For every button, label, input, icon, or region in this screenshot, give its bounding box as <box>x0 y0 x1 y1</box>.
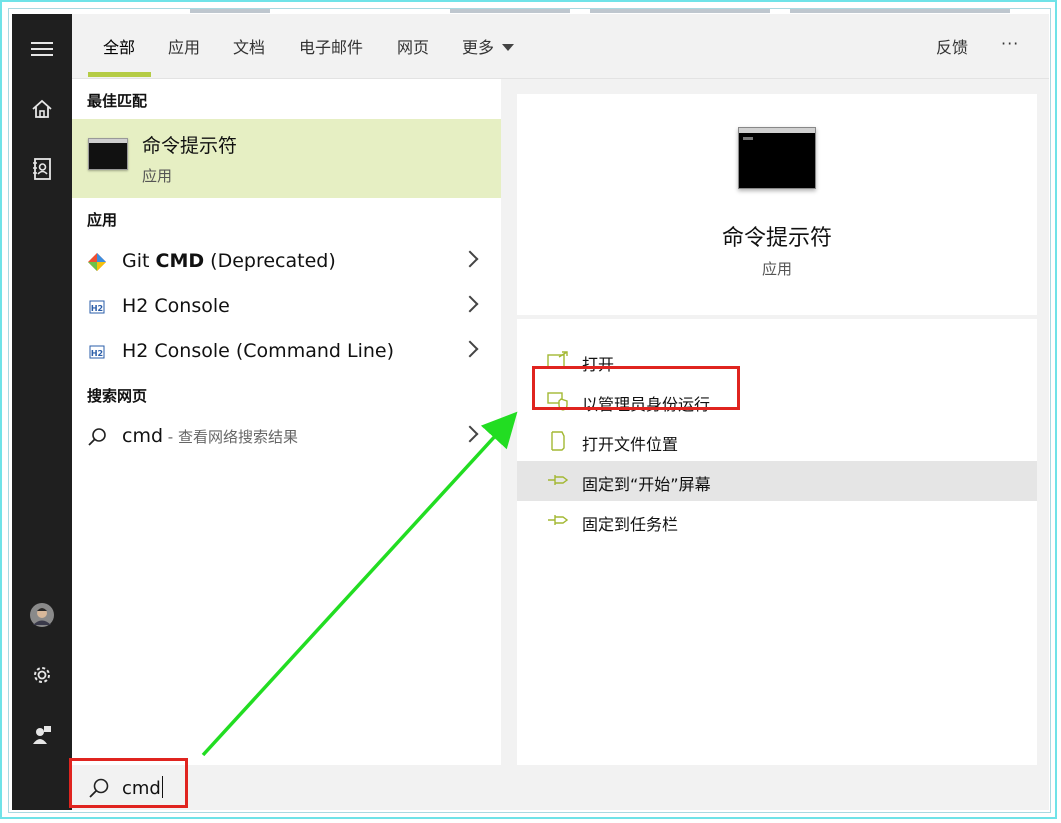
feedback-person-icon <box>33 726 51 744</box>
home-button[interactable] <box>12 86 72 132</box>
chevron-right-icon[interactable] <box>461 340 479 358</box>
detail-subtitle: 应用 <box>761 260 792 278</box>
detail-pane: 命令提示符 应用 打开 以管理员身份运行 打开文件位置 固定到“开始”屏幕 固定… <box>517 94 1037 765</box>
tab-more[interactable]: 更多 <box>462 34 515 58</box>
chevron-right-icon[interactable] <box>461 250 479 268</box>
svg-text:H2: H2 <box>91 349 103 358</box>
action-label: 固定到任务栏 <box>582 515 679 534</box>
folder-location-icon <box>551 431 565 451</box>
menu-icon <box>31 42 53 56</box>
highlight-search-input <box>69 758 188 808</box>
tab-more-label: 更多 <box>462 38 495 57</box>
action-label: 打开文件位置 <box>582 435 679 454</box>
web-search-heading: 搜索网页 <box>87 387 148 405</box>
app-preview: 命令提示符 应用 <box>517 94 1037 315</box>
tab-all[interactable]: 全部 <box>103 34 135 58</box>
start-rail <box>12 14 72 810</box>
pin-icon <box>548 475 569 485</box>
list-item-label: Git CMD (Deprecated) <box>122 250 336 272</box>
menu-button[interactable] <box>12 26 72 72</box>
chevron-down-icon <box>502 44 515 51</box>
tab-email[interactable]: 电子邮件 <box>299 34 363 58</box>
command-prompt-icon <box>88 138 128 170</box>
list-item-h2-console-cli[interactable]: H2 H2 Console (Command Line) <box>72 330 501 374</box>
list-item-label: cmd - 查看网络搜索结果 <box>122 425 298 447</box>
list-item-label: H2 Console (Command Line) <box>122 340 394 362</box>
search-bar[interactable]: cmd <box>72 765 1049 810</box>
action-open-file-location[interactable]: 打开文件位置 <box>517 421 1037 461</box>
tab-documents[interactable]: 文档 <box>233 34 265 58</box>
best-match-subtitle: 应用 <box>142 167 173 185</box>
notebook-button[interactable] <box>12 146 72 192</box>
highlight-run-as-admin <box>532 366 740 410</box>
pin-icon <box>548 515 569 525</box>
search-icon <box>88 428 106 446</box>
home-icon <box>32 99 52 118</box>
git-icon <box>88 253 106 271</box>
settings-button[interactable] <box>12 652 72 698</box>
svg-text:H2: H2 <box>91 304 103 313</box>
list-item-git-cmd[interactable]: Git CMD (Deprecated) <box>72 240 501 284</box>
best-match-item[interactable]: 命令提示符 应用 <box>72 119 501 198</box>
chevron-right-icon[interactable] <box>461 295 479 313</box>
command-prompt-large-icon <box>738 127 816 189</box>
results-list: 最佳匹配 命令提示符 应用 应用 Git CMD (Deprecated) H2… <box>72 79 501 765</box>
chevron-right-icon[interactable] <box>461 425 479 443</box>
tab-web[interactable]: 网页 <box>397 34 429 58</box>
notebook-icon <box>33 158 51 180</box>
action-pin-to-start[interactable]: 固定到“开始”屏幕 <box>517 461 1037 501</box>
search-panel: 全部 应用 文档 电子邮件 网页 更多 反馈 ··· 最佳匹配 命令提示符 应用… <box>72 14 1049 810</box>
filter-tabs: 全部 应用 文档 电子邮件 网页 更多 反馈 ··· <box>72 14 1049 79</box>
best-match-title: 命令提示符 <box>142 135 238 157</box>
feedback-link[interactable]: 反馈 <box>936 34 968 58</box>
web-search-result[interactable]: cmd - 查看网络搜索结果 <box>72 415 501 459</box>
list-item-label: H2 Console <box>122 295 230 317</box>
more-options-button[interactable]: ··· <box>1001 34 1019 53</box>
gear-icon <box>34 667 50 683</box>
detail-title: 命令提示符 <box>721 226 832 251</box>
tab-apps[interactable]: 应用 <box>168 34 200 58</box>
best-match-heading: 最佳匹配 <box>87 92 148 110</box>
action-label: 固定到“开始”屏幕 <box>582 475 711 494</box>
avatar <box>30 603 54 627</box>
h2-icon: H2 <box>89 345 105 359</box>
list-item-h2-console[interactable]: H2 H2 Console <box>72 285 501 329</box>
action-pin-to-taskbar[interactable]: 固定到任务栏 <box>517 501 1037 541</box>
apps-heading: 应用 <box>87 211 118 229</box>
active-tab-indicator <box>88 72 151 77</box>
feedback-button[interactable] <box>12 712 72 758</box>
user-avatar-button[interactable] <box>12 592 72 638</box>
h2-icon: H2 <box>89 300 105 314</box>
